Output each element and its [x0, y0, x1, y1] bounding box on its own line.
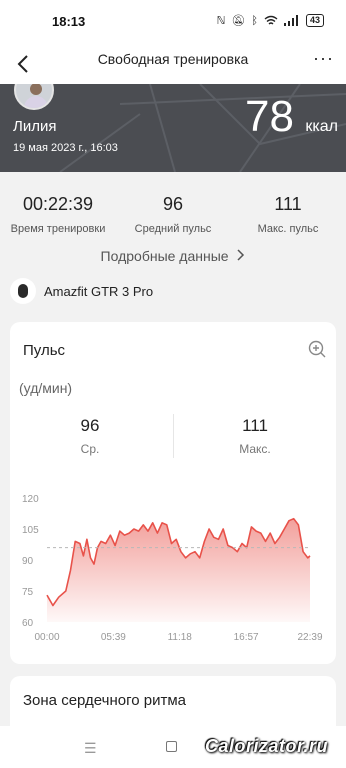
pulse-average: 96 Ср.: [50, 416, 130, 456]
average-value: 96: [80, 416, 100, 435]
stat-value: 111: [274, 194, 302, 214]
x-tick-label: 16:57: [234, 632, 259, 643]
details-link-label: Подробные данные: [100, 248, 229, 264]
stat-label: Средний пульс: [134, 223, 212, 235]
nav-bar: Свободная тренировка ···: [0, 44, 346, 84]
pulse-chart: 120 105 90 75 6000:00 05:39 11:18 16:57 22:39: [22, 494, 323, 643]
y-tick-label: 75: [22, 587, 34, 598]
max-value: 111: [242, 416, 268, 435]
workout-stats: 00:22:39 Время тренировки 96 Средний пул…: [0, 172, 346, 310]
device-name: Amazfit GTR 3 Pro: [44, 283, 154, 299]
battery-level: 43: [305, 14, 324, 27]
average-label: Ср.: [80, 442, 100, 456]
zoom-in-icon[interactable]: [308, 340, 326, 358]
mute-icon: 🔕︎: [231, 15, 246, 27]
status-icons: ℕ 🔕︎ ᛒ 43: [217, 14, 324, 27]
watermark: Calorizator.ru: [204, 736, 328, 756]
pulse-unit: (уд/мин): [19, 380, 73, 396]
x-tick-label: 00:00: [34, 632, 59, 643]
pulse-max: 111 Макс.: [215, 416, 295, 456]
stat-value: 00:22:39: [22, 194, 94, 214]
x-tick-label: 05:39: [101, 632, 126, 643]
x-tick-label: 11:18: [168, 632, 193, 643]
y-tick-label: 105: [22, 525, 39, 536]
bottom-navigation: ☰ Calorizator.ru: [0, 726, 346, 768]
status-time: 18:13: [52, 14, 86, 29]
stat-avg-pulse: 96 Средний пульс: [121, 194, 225, 235]
nfc-icon: ℕ: [216, 15, 226, 27]
pulse-card: Пульс (уд/мин) 96 Ср. 111 Макс. 120 105 90…: [10, 322, 336, 664]
calories-value: 78: [245, 92, 294, 141]
stat-label: Время тренировки: [10, 223, 106, 235]
stat-value: 96: [162, 194, 184, 214]
bluetooth-icon: ᛒ: [251, 14, 258, 27]
wifi-icon: [264, 15, 278, 25]
summary-divider: [173, 414, 174, 458]
pulse-card-title: Пульс: [23, 342, 66, 359]
page-title: Свободная тренировка: [97, 51, 249, 67]
user-name: Лилия: [13, 118, 57, 135]
x-tick-label: 22:39: [297, 632, 322, 643]
y-tick-label: 90: [22, 556, 34, 567]
menu-icon[interactable]: ☰: [84, 740, 97, 757]
stat-label: Макс. пульс: [257, 223, 319, 235]
y-tick-label: 60: [22, 618, 34, 629]
workout-date: 19 мая 2023 г., 16:03: [13, 142, 118, 154]
device-row[interactable]: Amazfit GTR 3 Pro: [10, 278, 153, 304]
chevron-right-icon: [237, 249, 245, 261]
max-label: Макс.: [239, 442, 271, 456]
zone-card-title: Зона сердечного ритма: [23, 692, 186, 709]
signal-icon: [283, 15, 298, 26]
calories-unit: ккал: [305, 118, 338, 135]
y-tick-label: 120: [22, 494, 39, 505]
stat-max-pulse: 111 Макс. пульс: [236, 194, 340, 235]
details-link[interactable]: Подробные данные: [0, 248, 346, 264]
square-icon[interactable]: [166, 741, 177, 752]
status-bar: 18:13 ℕ 🔕︎ ᛒ 43: [0, 0, 346, 44]
more-dots-icon[interactable]: ···: [313, 48, 334, 69]
watch-icon: [10, 278, 36, 304]
stat-duration: 00:22:39 Время тренировки: [6, 194, 110, 235]
workout-hero: Лилия 19 мая 2023 г., 16:03 78 ккал: [0, 84, 346, 172]
